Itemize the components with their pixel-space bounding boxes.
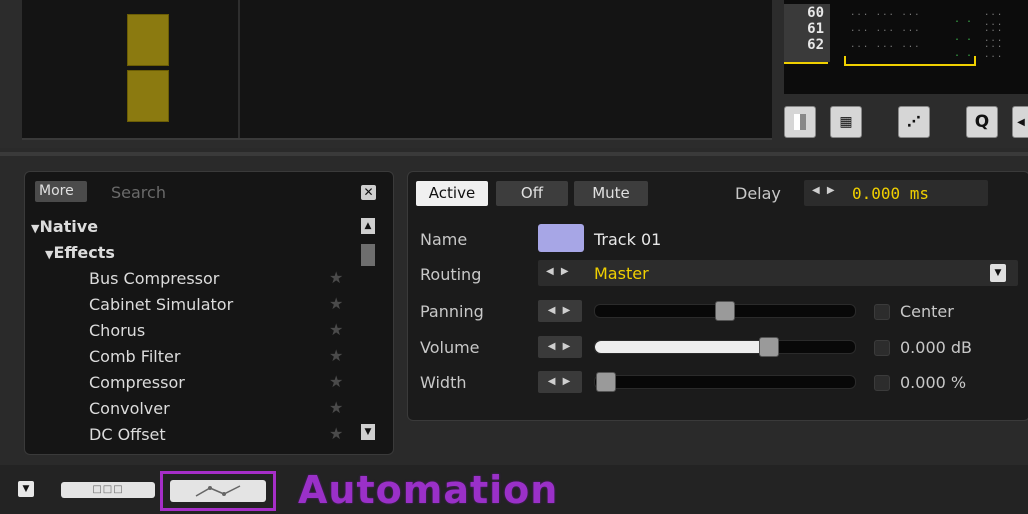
- tree-item-plugin[interactable]: Comb Filter: [89, 347, 180, 366]
- favorite-star-icon[interactable]: ★: [329, 346, 343, 365]
- arrows-icon: ◀ ▶: [812, 185, 837, 196]
- favorite-star-icon[interactable]: ★: [329, 294, 343, 313]
- width-slider[interactable]: [594, 375, 856, 389]
- note-cell[interactable]: ... ...: [984, 40, 1028, 60]
- off-button[interactable]: Off: [496, 181, 568, 206]
- delay-label: Delay: [735, 184, 781, 203]
- volume-arrows[interactable]: ◀ ▶: [538, 336, 582, 358]
- line-number: 60: [807, 5, 824, 21]
- line-number: 62: [807, 37, 824, 53]
- cursor-highlight: [844, 64, 974, 66]
- volume-label: Volume: [420, 338, 480, 357]
- panning-arrows[interactable]: ◀ ▶: [538, 300, 582, 322]
- scrollbar-thumb[interactable]: [361, 244, 375, 266]
- tracker-view[interactable]: 60 61 62 ... ... ... ... ... ... ... ...…: [784, 0, 1028, 94]
- panel-splitter[interactable]: [0, 152, 1028, 156]
- pattern-divider: [238, 0, 240, 138]
- width-arrows[interactable]: ◀ ▶: [538, 371, 582, 393]
- pattern-slot-clip[interactable]: [127, 70, 169, 122]
- center-checkbox[interactable]: [874, 304, 890, 320]
- scroll-down-button[interactable]: ▼: [361, 424, 375, 440]
- tree-item-plugin[interactable]: Chorus: [89, 321, 145, 340]
- favorite-star-icon[interactable]: ★: [329, 424, 343, 443]
- active-button[interactable]: Active: [416, 181, 488, 206]
- dropdown-arrow-icon: ▼: [990, 264, 1006, 282]
- effect-column-marker: . .: [954, 32, 973, 43]
- quantize-icon: Q: [974, 112, 990, 132]
- tree-item-plugin[interactable]: Cabinet Simulator: [89, 295, 233, 314]
- track-color-swatch[interactable]: [538, 224, 584, 252]
- automation-label: Automation: [298, 468, 559, 512]
- search-input[interactable]: Search: [111, 183, 166, 202]
- track-name-field[interactable]: Track 01: [594, 230, 661, 249]
- tree-item-native[interactable]: ▼Native: [31, 217, 98, 236]
- grid-icon: ▦: [839, 114, 853, 130]
- automation-envelope-icon: [195, 485, 241, 497]
- collapse-toggle-button[interactable]: ▼: [18, 481, 34, 497]
- tree-item-plugin[interactable]: Compressor: [89, 373, 185, 392]
- note-cell[interactable]: ... ... ...: [850, 40, 921, 50]
- track-properties-panel: Active Off Mute Delay ◀ ▶ 0.000 ms Name …: [407, 171, 1028, 421]
- tree-item-plugin[interactable]: Convolver: [89, 399, 170, 418]
- arrows-icon: ◀ ▶: [546, 266, 571, 277]
- delay-field[interactable]: ◀ ▶ 0.000 ms: [804, 180, 988, 206]
- favorite-star-icon[interactable]: ★: [329, 320, 343, 339]
- tree-item-plugin[interactable]: Bus Compressor: [89, 269, 219, 288]
- panning-label: Panning: [420, 302, 484, 321]
- name-label: Name: [420, 230, 468, 249]
- effect-column-marker: . .: [954, 14, 973, 25]
- panning-slider-knob[interactable]: [715, 301, 735, 321]
- scroll-up-button[interactable]: ▲: [361, 218, 375, 234]
- volume-slider-fill: [595, 341, 764, 353]
- delay-value: 0.000 ms: [852, 184, 930, 203]
- mixer-tab-button[interactable]: □□□: [61, 482, 155, 498]
- note-cell[interactable]: ... ... ...: [850, 24, 921, 34]
- automation-tab-button[interactable]: [170, 480, 266, 502]
- tree-item-effects[interactable]: ▼Effects: [45, 243, 115, 262]
- favorite-star-icon[interactable]: ★: [329, 372, 343, 391]
- width-checkbox[interactable]: [874, 375, 890, 391]
- grid-view-button[interactable]: ▦: [830, 106, 862, 138]
- routing-dropdown[interactable]: ◀ ▶ Master ▼: [538, 260, 1018, 286]
- pattern-slot-clip[interactable]: [127, 14, 169, 66]
- routing-label: Routing: [420, 265, 482, 284]
- center-label: Center: [900, 302, 954, 321]
- volume-slider-knob[interactable]: [758, 337, 779, 357]
- plugin-browser: More Search ✕ ▼Native ▼Effects Bus Compr…: [24, 171, 394, 455]
- volume-checkbox[interactable]: [874, 340, 890, 356]
- line-number: 61: [807, 21, 824, 37]
- more-button[interactable]: More: [35, 181, 87, 202]
- split-icon: [794, 114, 806, 130]
- split-view-button[interactable]: [784, 106, 816, 138]
- mute-button[interactable]: Mute: [574, 181, 648, 206]
- tree-item-plugin[interactable]: DC Offset: [89, 425, 166, 444]
- note-cell[interactable]: ... ... ...: [850, 8, 921, 18]
- effect-column-marker: . .: [954, 48, 973, 59]
- volume-value: 0.000 dB: [900, 338, 973, 357]
- automation-view-button[interactable]: ⋰: [898, 106, 930, 138]
- width-value: 0.000 %: [900, 373, 967, 392]
- mixer-icon: □□□: [92, 484, 124, 495]
- favorite-star-icon[interactable]: ★: [329, 268, 343, 287]
- arrow-left-icon: ◀: [1017, 116, 1025, 128]
- quantize-button[interactable]: Q: [966, 106, 998, 138]
- width-slider-knob[interactable]: [596, 372, 616, 392]
- cursor-highlight: [974, 56, 976, 66]
- envelope-icon: ⋰: [907, 114, 921, 130]
- favorite-star-icon[interactable]: ★: [329, 398, 343, 417]
- clear-search-icon[interactable]: ✕: [361, 185, 376, 200]
- arrow-button[interactable]: ◀: [1012, 106, 1028, 138]
- line-numbers: 60 61 62: [784, 4, 830, 62]
- width-label: Width: [420, 373, 467, 392]
- cursor-highlight: [784, 62, 828, 64]
- routing-value: Master: [594, 264, 649, 283]
